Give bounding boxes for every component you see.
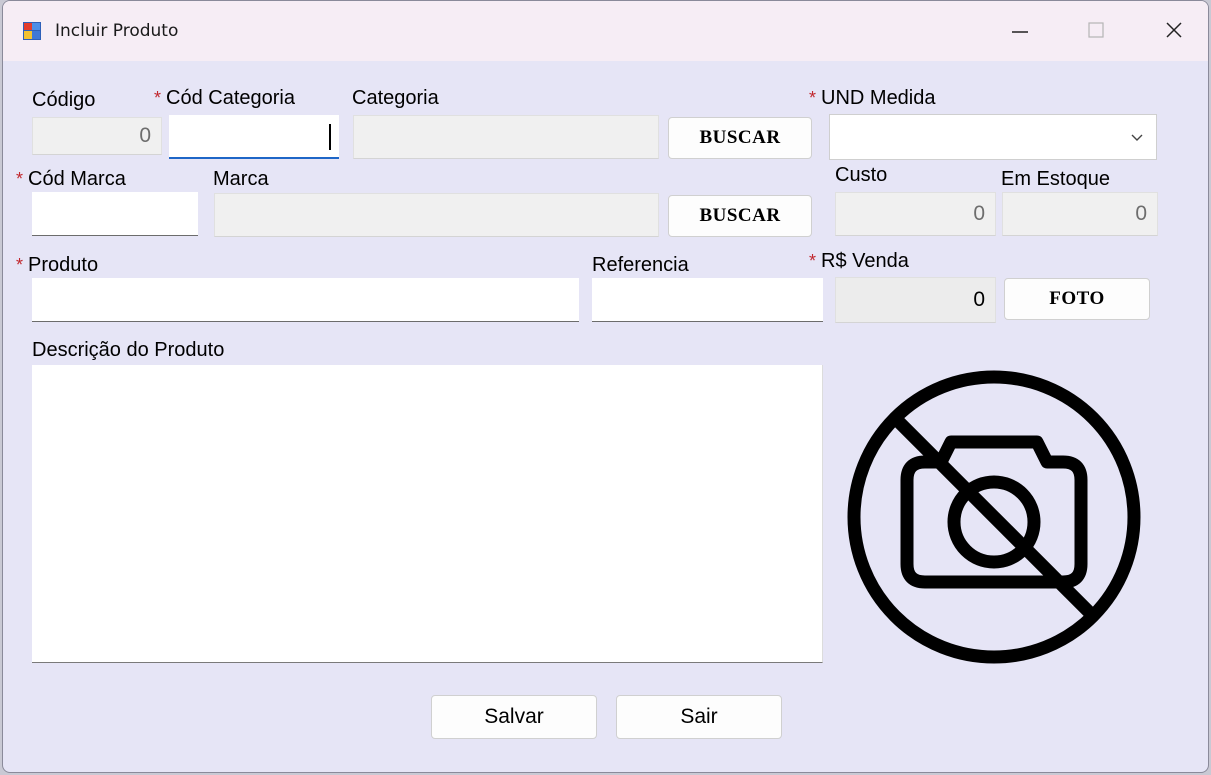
rs-venda-label-text: R$ Venda — [821, 250, 909, 272]
codigo-label: Código — [32, 89, 96, 111]
text-caret — [329, 124, 331, 150]
und-medida-label: * UND Medida — [809, 87, 936, 110]
maximize-button[interactable] — [1069, 7, 1123, 53]
salvar-button[interactable]: Salvar — [431, 695, 597, 739]
cod-categoria-label: * Cód Categoria — [154, 87, 295, 110]
minimize-button[interactable] — [993, 7, 1047, 53]
required-marker: * — [809, 251, 817, 271]
incluir-produto-window: Incluir Produto Código 0 * Cód Categoria … — [2, 0, 1209, 773]
marca-label: Marca — [213, 168, 269, 190]
chevron-down-icon — [1131, 134, 1143, 141]
cod-categoria-label-text: Cód Categoria — [166, 87, 295, 109]
window-title: Incluir Produto — [55, 21, 179, 41]
und-medida-label-text: UND Medida — [821, 87, 936, 109]
buscar-marca-button[interactable]: BUSCAR — [668, 195, 812, 237]
sair-button[interactable]: Sair — [616, 695, 782, 739]
maximize-icon — [1088, 22, 1104, 38]
produto-input[interactable] — [32, 278, 579, 322]
close-icon — [1166, 22, 1182, 38]
marca-field[interactable] — [214, 193, 659, 237]
em-estoque-label: Em Estoque — [1001, 168, 1110, 190]
referencia-input[interactable] — [592, 278, 823, 322]
descricao-label: Descrição do Produto — [32, 339, 225, 361]
rs-venda-label: * R$ Venda — [809, 250, 909, 273]
categoria-field[interactable] — [353, 115, 659, 159]
descricao-textarea[interactable] — [32, 365, 823, 663]
custo-field[interactable]: 0 — [835, 192, 996, 236]
cod-marca-label-text: Cód Marca — [28, 168, 126, 190]
minimize-icon — [1012, 31, 1028, 33]
categoria-label: Categoria — [352, 87, 439, 109]
referencia-label: Referencia — [592, 254, 689, 276]
required-marker: * — [16, 255, 24, 275]
rs-venda-field[interactable]: 0 — [835, 277, 996, 323]
app-icon — [23, 22, 41, 40]
cod-marca-label: * Cód Marca — [16, 168, 126, 191]
produto-label-text: Produto — [28, 254, 99, 276]
cod-marca-input[interactable] — [32, 192, 198, 236]
produto-label: * Produto — [16, 254, 98, 277]
cod-categoria-input[interactable] — [169, 115, 339, 159]
custo-label: Custo — [835, 164, 888, 186]
close-button[interactable] — [1147, 7, 1201, 53]
und-medida-select[interactable] — [829, 114, 1157, 160]
no-camera-icon[interactable] — [841, 364, 1147, 670]
required-marker: * — [16, 169, 24, 189]
buscar-categoria-button[interactable]: BUSCAR — [668, 117, 812, 159]
em-estoque-field[interactable]: 0 — [1002, 192, 1158, 236]
foto-button[interactable]: FOTO — [1004, 278, 1150, 320]
required-marker: * — [154, 88, 162, 108]
title-bar: Incluir Produto — [3, 1, 1208, 61]
required-marker: * — [809, 88, 817, 108]
codigo-field[interactable]: 0 — [32, 117, 162, 155]
